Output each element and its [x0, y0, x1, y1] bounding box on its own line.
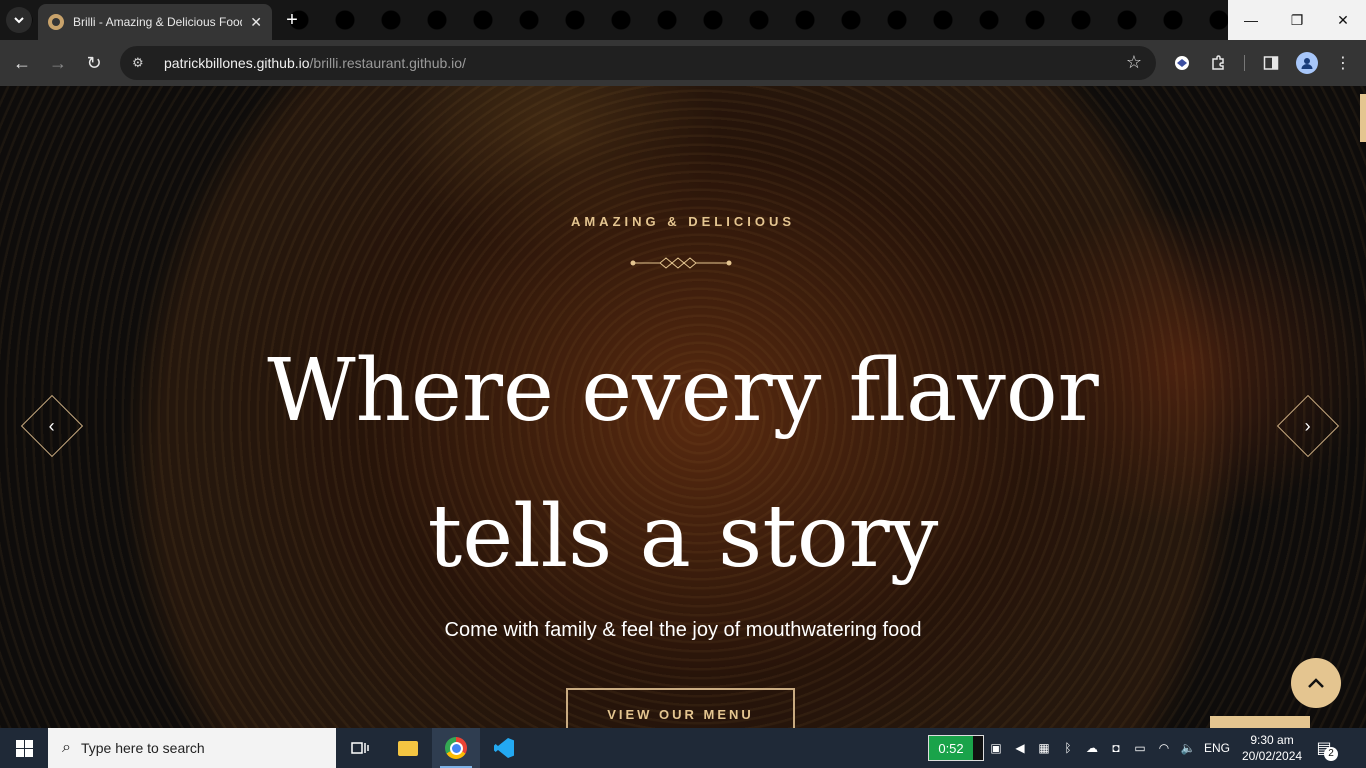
separator-ornament [630, 257, 732, 269]
puzzle-icon[interactable] [1202, 45, 1234, 81]
tab-title: Brilli - Amazing & Delicious Food [72, 15, 243, 29]
battery-timer-text: 0:52 [929, 736, 973, 760]
chrome-icon [445, 737, 467, 759]
browser-titlebar: Brilli - Amazing & Delicious Food ✕ + — … [0, 0, 1366, 40]
toolbar-actions: ⋮ [1166, 45, 1359, 81]
clock[interactable]: 9:30 am 20/02/2024 [1240, 732, 1304, 764]
headline-line-2: tells a story [427, 487, 939, 587]
media-icon[interactable]: ◀ [1008, 728, 1032, 768]
new-tab-button[interactable]: + [280, 9, 304, 33]
bluetooth-icon[interactable]: ᛒ [1056, 728, 1080, 768]
headline-line-1: Where every flavor [267, 341, 1099, 441]
hero-section: AMAZING & DELICIOUS Where every flavor t… [0, 86, 1366, 728]
taskbar: ⌕ Type here to search 0:52 ▣ ◀ ▦ ᛒ ☁ ◘ ▭… [0, 728, 1366, 768]
tune-icon[interactable]: ⚙ [132, 55, 152, 71]
kebab-menu-icon[interactable]: ⋮ [1327, 45, 1359, 81]
search-placeholder: Type here to search [80, 740, 205, 756]
url-path: /brilli.restaurant.github.io/ [309, 55, 466, 71]
toolbar-divider [1244, 55, 1245, 71]
language-indicator[interactable]: ENG [1204, 741, 1230, 755]
side-ribbon [1360, 94, 1366, 142]
taskbar-file-explorer[interactable] [384, 728, 432, 768]
windows-logo-icon [15, 739, 33, 757]
browser-tab[interactable]: Brilli - Amazing & Delicious Food ✕ [38, 4, 272, 40]
forward-arrow-icon: → [49, 52, 67, 73]
star-icon[interactable]: ☆ [1126, 52, 1142, 73]
reload-button[interactable]: ↻ [76, 45, 112, 81]
reload-icon: ↻ [86, 52, 102, 73]
book-table-tab[interactable] [1210, 716, 1310, 728]
volume-icon[interactable]: 🔈 [1176, 728, 1200, 768]
taskbar-search[interactable]: ⌕ Type here to search [48, 728, 336, 768]
hero-subtitle: AMAZING & DELICIOUS [570, 214, 796, 229]
start-button[interactable] [0, 728, 48, 768]
task-view-button[interactable] [336, 728, 384, 768]
close-icon[interactable]: ✕ [250, 14, 262, 31]
camera-icon[interactable]: ◘ [1104, 728, 1128, 768]
vscode-icon [494, 738, 514, 758]
extension-badge-icon[interactable] [1166, 45, 1198, 81]
hero-tagline: Come with family & feel the joy of mouth… [444, 619, 922, 641]
back-to-top-button[interactable] [1291, 658, 1341, 708]
profile-button[interactable] [1291, 45, 1323, 81]
browser-toolbar: ← → ↻ ⚙ patrickbillones.github.io/brilli… [0, 40, 1366, 86]
folder-icon [398, 740, 418, 756]
address-bar[interactable]: ⚙ patrickbillones.github.io/brilli.resta… [120, 46, 1156, 80]
hero-headline: Where every flavor tells a story [0, 318, 1366, 610]
chevron-up-icon [1308, 678, 1324, 688]
url-host: patrickbillones.github.io [164, 55, 310, 71]
notifications-button[interactable]: ▤ 2 [1304, 728, 1344, 768]
side-panel-icon[interactable] [1255, 45, 1287, 81]
taskbar-chrome[interactable] [432, 728, 480, 768]
app-tray-icon[interactable]: ▦ [1032, 728, 1056, 768]
wifi-icon[interactable]: ◠ [1152, 728, 1176, 768]
chevron-right-icon: › [1305, 415, 1311, 436]
back-button[interactable]: ← [4, 45, 40, 81]
task-view-icon [351, 742, 369, 754]
battery-icon[interactable]: ▭ [1128, 728, 1152, 768]
chevron-left-icon: ‹ [49, 415, 55, 436]
search-icon: ⌕ [62, 739, 71, 756]
clock-date: 20/02/2024 [1241, 749, 1303, 763]
tab-search-button[interactable] [6, 7, 32, 33]
onedrive-icon[interactable]: ☁ [1080, 728, 1104, 768]
back-arrow-icon: ← [13, 52, 31, 73]
hero-content: AMAZING & DELICIOUS Where every flavor t… [0, 86, 1366, 728]
forward-button[interactable]: → [40, 45, 76, 81]
window-controls: — ❐ ✕ [1228, 0, 1366, 40]
notification-count: 2 [1324, 747, 1339, 761]
restore-button[interactable]: ❐ [1274, 0, 1320, 40]
brilli-favicon-icon [48, 14, 64, 30]
view-menu-button[interactable]: VIEW OUR MENU [566, 688, 795, 728]
system-tray: 0:52 ▣ ◀ ▦ ᛒ ☁ ◘ ▭ ◠ 🔈 ENG 9:30 am 20/02… [928, 728, 1344, 768]
clock-time: 9:30 am [1250, 733, 1294, 747]
chevron-down-icon [14, 17, 24, 24]
url-text[interactable]: patrickbillones.github.io/brilli.restaur… [164, 55, 466, 71]
battery-timer-widget[interactable]: 0:52 [928, 735, 984, 761]
close-window-button[interactable]: ✕ [1320, 0, 1366, 40]
taskbar-vscode[interactable] [480, 728, 528, 768]
minimize-button[interactable]: — [1228, 0, 1274, 40]
profile-icon [1296, 52, 1318, 74]
snip-tool-icon[interactable]: ▣ [984, 728, 1008, 768]
